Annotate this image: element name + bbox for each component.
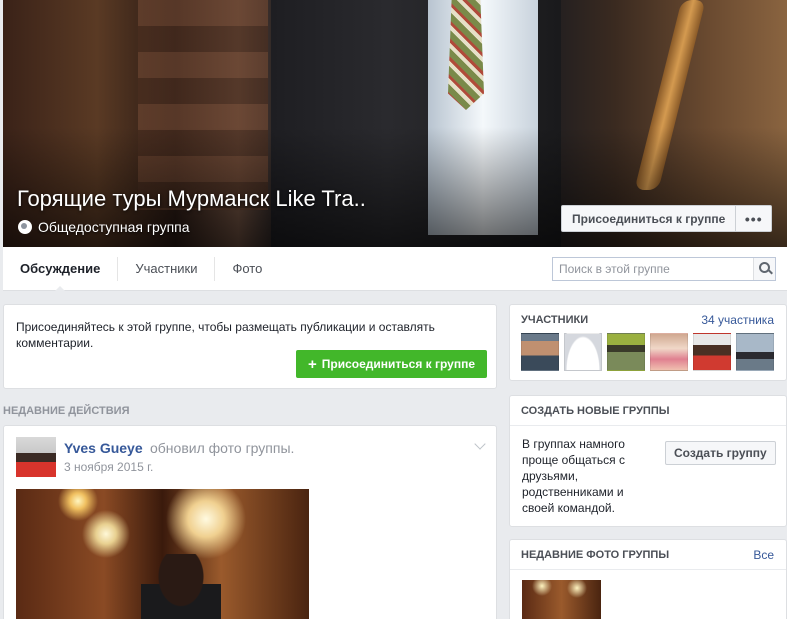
tab-discussion[interactable]: Обсуждение <box>3 247 117 292</box>
join-group-green-button[interactable]: + Присоединиться к группе <box>296 350 488 378</box>
members-count-link[interactable]: 34 участника <box>701 313 774 327</box>
member-faces <box>521 333 774 371</box>
join-group-green-label: Присоединиться к группе <box>321 357 476 371</box>
post-date[interactable]: 3 ноября 2015 г. <box>64 460 153 474</box>
tab-members[interactable]: Участники <box>118 247 214 291</box>
divider <box>510 425 786 426</box>
join-group-card: Присоединяйтесь к этой группе, чтобы раз… <box>3 304 497 389</box>
chevron-down-icon[interactable] <box>474 438 486 450</box>
post-photo[interactable] <box>16 489 309 619</box>
member-avatar[interactable] <box>693 333 731 371</box>
see-all-photos-link[interactable]: Все <box>753 548 774 562</box>
tab-photos[interactable]: Фото <box>215 247 279 291</box>
create-groups-card: СОЗДАТЬ НОВЫЕ ГРУППЫ В группах намного п… <box>509 395 787 527</box>
post-action: обновил фото группы. <box>150 440 295 456</box>
create-group-button[interactable]: Создать группу <box>665 441 776 465</box>
photo-person <box>141 554 221 619</box>
author-name[interactable]: Yves Gueye <box>64 440 143 456</box>
member-avatar[interactable] <box>607 333 645 371</box>
group-search <box>552 257 776 281</box>
group-privacy-label: Общедоступная группа <box>38 219 190 235</box>
recent-photos-card: НЕДАВНИЕ ФОТО ГРУППЫ Все <box>509 539 787 619</box>
member-avatar[interactable] <box>736 333 774 371</box>
cover-tie <box>448 0 484 110</box>
cover-join-group: Присоединиться к группе ••• <box>561 205 773 232</box>
group-privacy: Общедоступная группа <box>18 219 190 235</box>
member-avatar[interactable] <box>564 333 602 371</box>
search-input[interactable] <box>553 258 753 280</box>
recent-photo-thumb[interactable] <box>522 580 601 619</box>
search-icon[interactable] <box>753 258 775 280</box>
author-avatar[interactable] <box>16 437 56 477</box>
more-options-button[interactable]: ••• <box>735 206 771 231</box>
join-group-button[interactable]: Присоединиться к группе <box>562 206 735 231</box>
divider <box>510 569 786 570</box>
member-avatar[interactable] <box>650 333 688 371</box>
plus-icon: + <box>308 355 317 373</box>
create-groups-text: В группах намного проще общаться с друзь… <box>522 437 626 515</box>
group-tabs: Обсуждение Участники Фото <box>3 247 787 292</box>
create-groups-title: СОЗДАТЬ НОВЫЕ ГРУППЫ <box>521 405 670 417</box>
member-avatar[interactable] <box>521 333 559 371</box>
globe-icon <box>18 220 32 234</box>
recent-photos-title: НЕДАВНИЕ ФОТО ГРУППЫ <box>521 549 670 561</box>
join-group-prompt: Присоединяйтесь к этой группе, чтобы раз… <box>16 320 435 350</box>
group-title[interactable]: Горящие туры Мурманск Like Tra.. <box>17 186 366 212</box>
members-card: УЧАСТНИКИ 34 участника <box>509 304 787 381</box>
activity-post: Yves Gueye обновил фото группы. 3 ноября… <box>3 425 497 619</box>
recent-activity-heading: НЕДАВНИЕ ДЕЙСТВИЯ <box>3 405 130 417</box>
members-title: УЧАСТНИКИ <box>521 314 589 326</box>
